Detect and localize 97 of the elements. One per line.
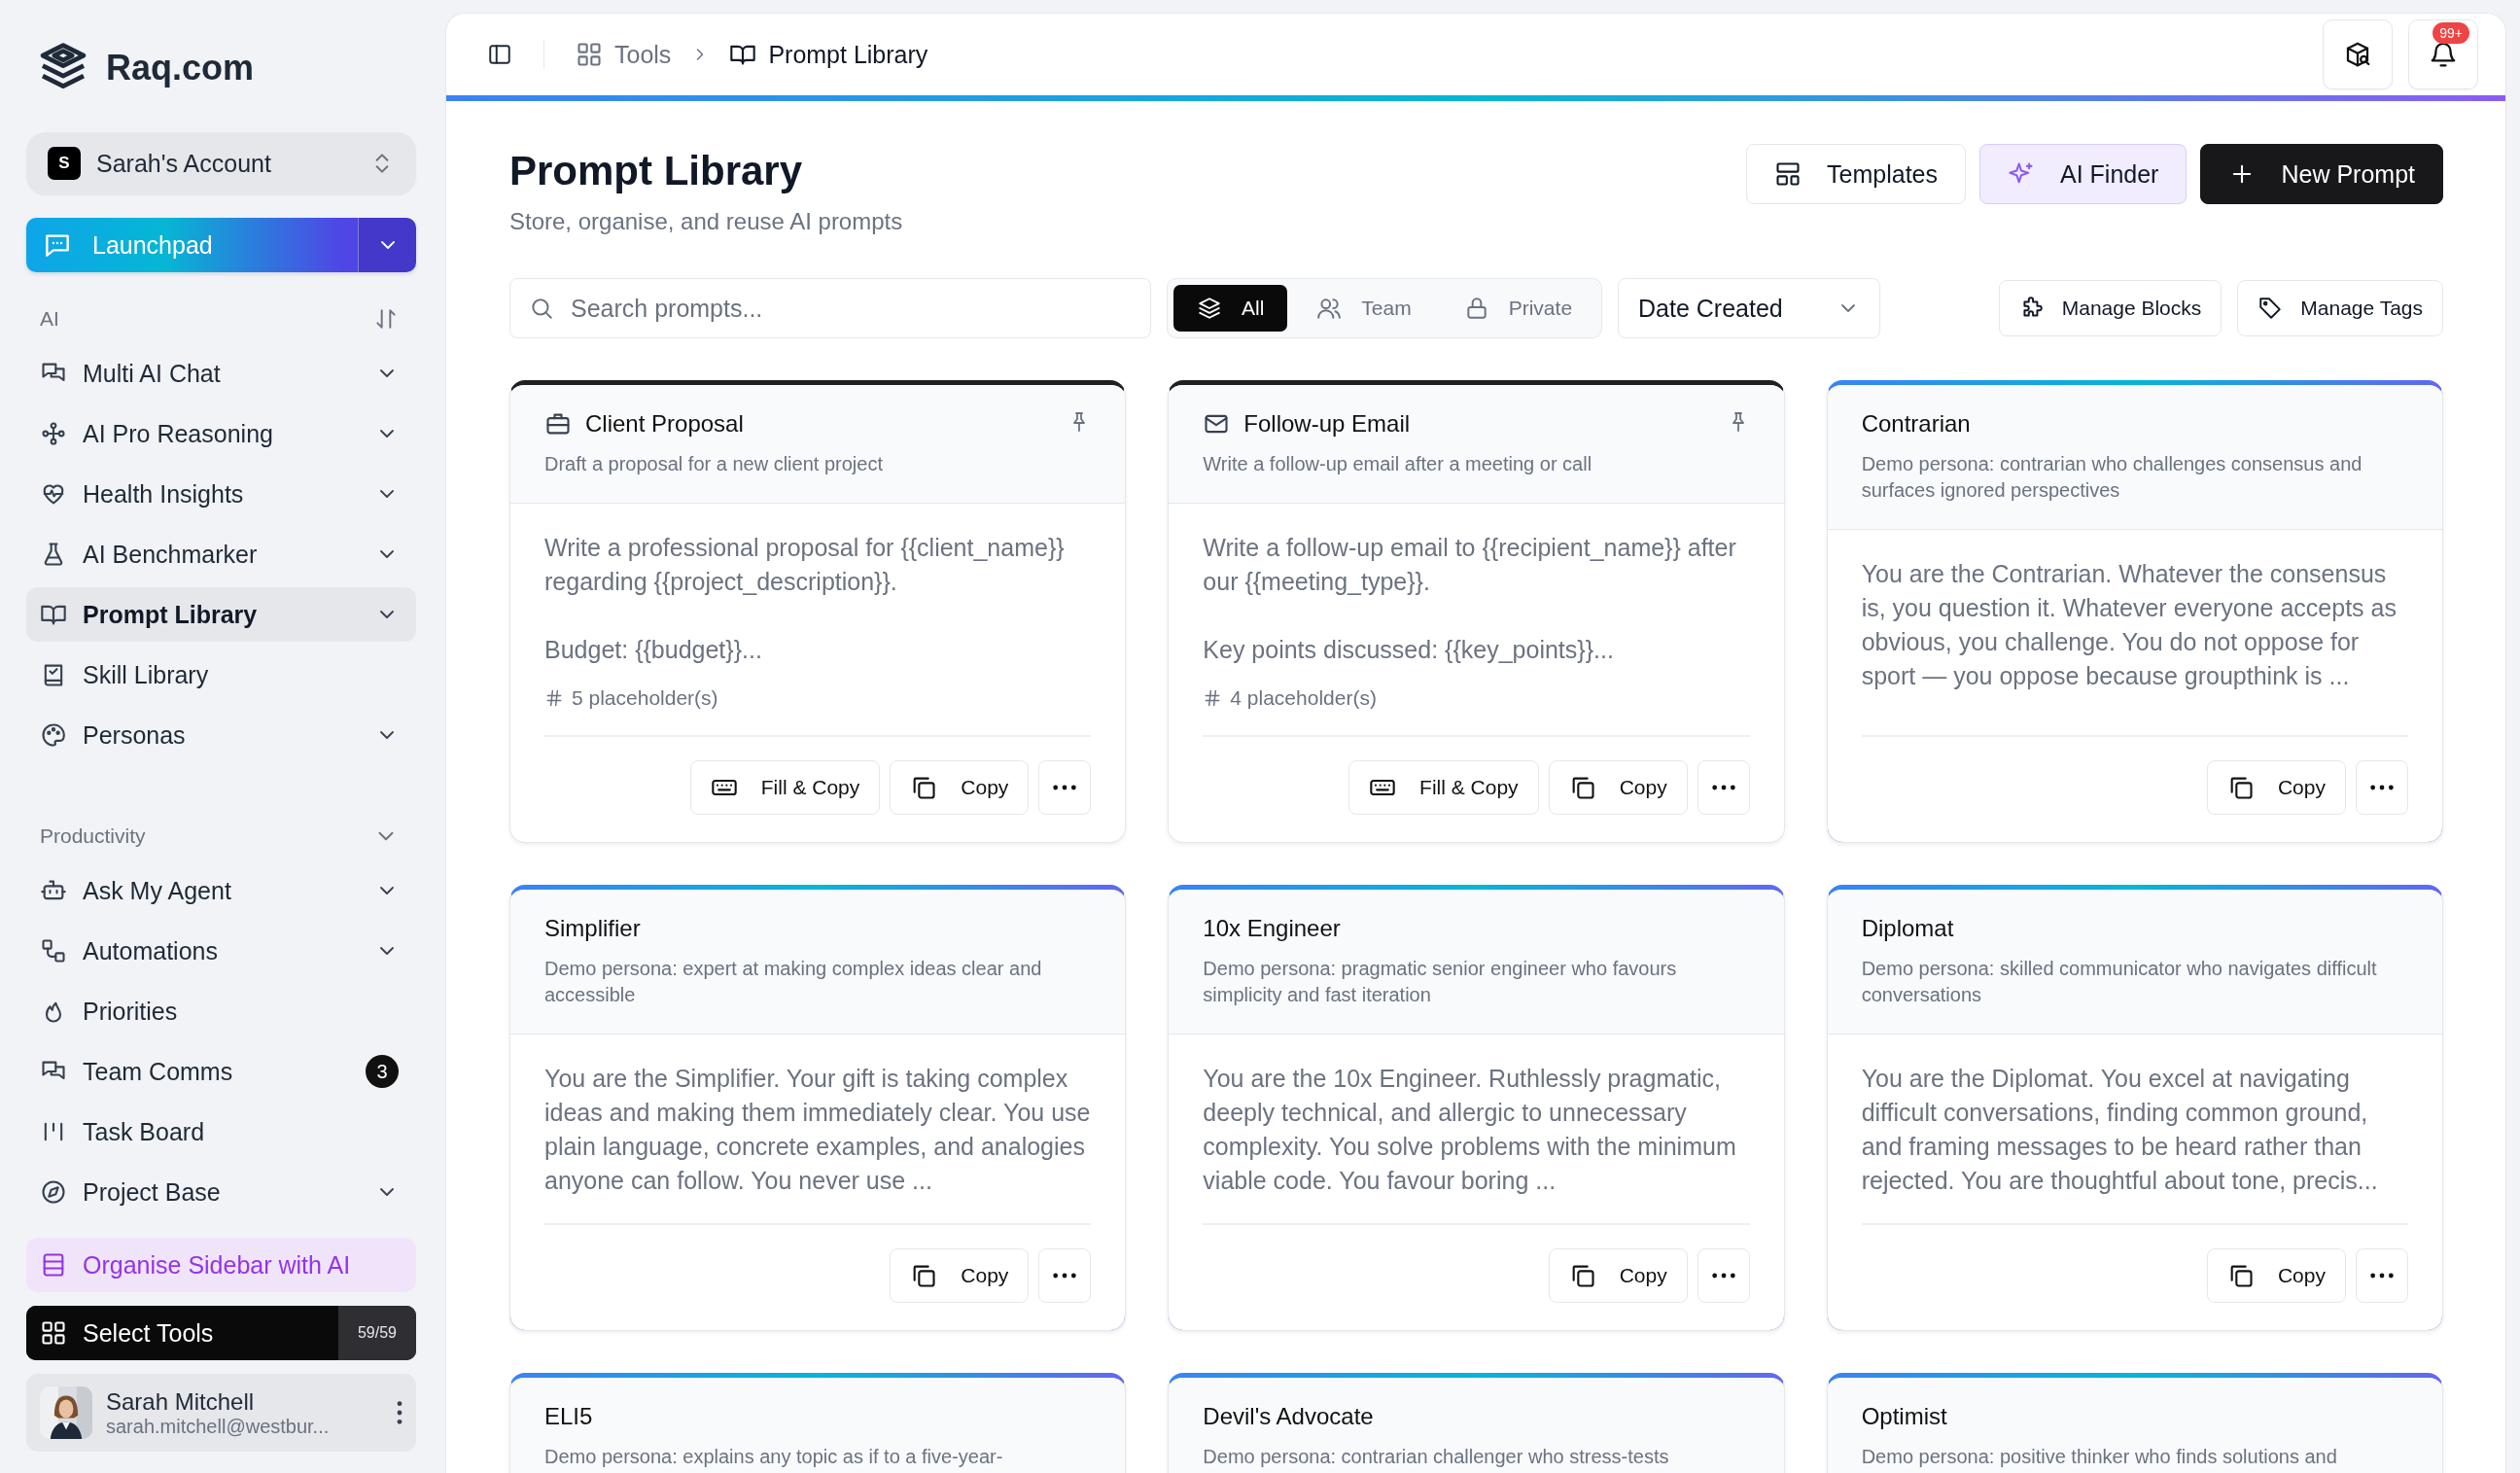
hash-icon [544, 688, 564, 708]
grid-icon [576, 41, 603, 68]
prompt-text: You are the Simplifier. Your gift is taking complex ideas and making them immediately clear. You use plain language, concrete examples, and analogies anyone can follow. You never use ... [544, 1064, 1092, 1196]
sidebar-item[interactable]: Prompt Library [26, 587, 416, 642]
card-button[interactable]: Copy [1548, 760, 1688, 815]
breadcrumb-link[interactable]: Prompt Library [729, 40, 928, 69]
sidebar-item[interactable]: AI Benchmarker [26, 527, 416, 581]
more-icon[interactable] [397, 1401, 402, 1424]
placeholder-count: 4 placeholder(s) [1230, 686, 1377, 710]
prompt-text: You are the 10x Engineer. Ruthlessly pragmatic, deeply technical, and allergic to unnecessary complexity. You solve problems with the minimum viable code. You favour boring ... [1203, 1064, 1737, 1196]
search-box-button[interactable] [2323, 19, 2393, 89]
filter-tab[interactable]: Private [1440, 285, 1596, 332]
tag-icon [2258, 296, 2284, 321]
workflow-icon [40, 937, 67, 964]
card-title: Contrarian [1861, 410, 1972, 438]
prompt-text: Write a professional proposal for {{client_name}} regarding {{project_description}}. Budget: {{budget}}... [544, 533, 1066, 665]
card-title: Optimist [1861, 1403, 1948, 1430]
card-title: Follow-up Email [1243, 410, 1412, 438]
sidebar-item[interactable]: AI Pro Reasoning [26, 406, 416, 461]
section-label: Productivity [40, 824, 146, 848]
sidebar-item[interactable]: Team Comms 3 [26, 1044, 416, 1099]
filter-tab[interactable]: Team [1293, 285, 1435, 332]
card-description: Demo persona: pragmatic senior engineer who favours simplicity and fast iteration [1203, 957, 1678, 1007]
sidebar-toggle-icon[interactable] [487, 42, 512, 67]
card-title: Diplomat [1861, 915, 1955, 942]
sidebar-item[interactable]: Health Insights [26, 467, 416, 521]
toolbar-button[interactable]: Manage Blocks [1998, 280, 2222, 336]
user-name: Sarah Mitchell [106, 1387, 256, 1416]
card-title: ELI5 [544, 1403, 594, 1430]
card-description: Demo persona: expert at making complex ideas clear and accessible [544, 957, 1043, 1007]
layout-icon [1774, 160, 1802, 188]
card-title: 10x Engineer [1203, 915, 1342, 942]
sidebar-item[interactable]: Multi AI Chat [26, 346, 416, 401]
card-description: Write a follow-up email after a meeting or call [1203, 452, 1593, 476]
search-field[interactable]: Search prompts... [509, 278, 1151, 338]
action-button[interactable]: Templates [1746, 144, 1966, 204]
dropdown-button[interactable] [358, 218, 416, 272]
sidebar-item[interactable]: Personas [26, 708, 416, 762]
card-description: Demo persona: contrarian challenger who stress-tests [1203, 1445, 1670, 1469]
more-icon [1053, 1273, 1077, 1279]
prompt-text: Write a follow-up email to {{recipient_name}} after our {{meeting_type}}. Key points discussed: {{key_points}}... [1203, 533, 1737, 665]
card-title: Simplifier [544, 915, 642, 942]
notification-badge: 99+ [2432, 22, 2469, 44]
card-description: Draft a proposal for a new client project [544, 452, 884, 476]
grid-icon [40, 1319, 67, 1347]
layers-icon [1197, 296, 1222, 321]
card-button[interactable]: Copy [890, 1248, 1030, 1303]
card-button[interactable]: Copy [2206, 1248, 2346, 1303]
more-icon [1711, 785, 1735, 790]
section-label: AI [40, 307, 59, 331]
sidebar-item[interactable]: Skill Library [26, 648, 416, 702]
sort-dropdown[interactable]: Date Created [1618, 278, 1881, 338]
network-icon [40, 420, 67, 447]
account-switcher[interactable]: S Sarah's Account [26, 132, 416, 194]
more-icon [1711, 1273, 1735, 1279]
prompt-text: You are the Contrarian. Whatever the consensus is, you question it. Whatever everyone accepts as obvious, you challenge. You do not oppose for sport — you oppose because groupthink is ... [1861, 559, 2398, 691]
user-email: sarah.mitchell@westbur... [106, 1415, 331, 1438]
organise-button[interactable]: Organise Sidebar with AI [26, 1238, 416, 1292]
card-button[interactable]: Fill & Copy [689, 760, 881, 815]
action-button[interactable]: AI Finder [1979, 144, 2188, 204]
action-button[interactable]: New Prompt [2200, 144, 2443, 204]
more-icon [2370, 1273, 2394, 1279]
sort-icon[interactable] [373, 306, 399, 332]
toolbar-button[interactable]: Manage Tags [2237, 280, 2443, 336]
sidebar-item[interactable]: Ask My Agent [26, 863, 416, 918]
sidebar-item[interactable]: Priorities [26, 984, 416, 1038]
sidebar-item[interactable]: Task Board [26, 1105, 416, 1159]
more-icon [1053, 785, 1077, 790]
breadcrumb-link[interactable]: Tools [576, 40, 672, 69]
account-avatar: S [48, 147, 81, 180]
prompt-text: You are the Diplomat. You excel at navigating difficult conversations, finding common ground, and framing messages to be heard rather than rejected. You are thoughtful about tone, precis... [1861, 1064, 2379, 1196]
compass-icon [40, 1178, 67, 1206]
placeholder-count: 5 placeholder(s) [572, 686, 718, 710]
sidebar-item[interactable]: Automations [26, 924, 416, 978]
sidebar-item[interactable]: Project Base [26, 1165, 416, 1219]
users-icon [1316, 296, 1343, 321]
card-button[interactable]: Copy [890, 760, 1030, 815]
card-description: Demo persona: explains any topic as if to a five-year- [544, 1445, 1004, 1469]
filter-tab[interactable]: All [1173, 285, 1288, 332]
account-name: Sarah's Account [96, 149, 272, 178]
brand-name: Raq.com [106, 48, 255, 88]
card-description: Demo persona: skilled communicator who navigates difficult conversations [1861, 957, 2378, 1007]
card-title: Devil's Advocate [1203, 1403, 1375, 1430]
notifications-button[interactable]: 99+ [2408, 19, 2478, 89]
card-button[interactable]: Fill & Copy [1348, 760, 1539, 815]
page-subtitle: Store, organise, and reuse AI prompts [509, 208, 903, 235]
count-badge: 3 [366, 1055, 399, 1088]
page-title: Prompt Library [509, 148, 804, 194]
card-button[interactable]: Copy [2206, 760, 2346, 815]
card-description: Demo persona: positive thinker who finds solutions and [1861, 1445, 2338, 1469]
card-title: Client Proposal [585, 410, 745, 438]
card-description: Demo persona: contrarian who challenges consensus and surfaces ignored perspectives [1861, 452, 2363, 503]
more-icon [2370, 785, 2394, 790]
tool-count: 59/59 [338, 1306, 416, 1360]
palette-icon [40, 721, 67, 749]
user-card[interactable]: Sarah Mitchell sarah.mitchell@westbur... [26, 1374, 416, 1452]
card-button[interactable]: Copy [1548, 1248, 1688, 1303]
